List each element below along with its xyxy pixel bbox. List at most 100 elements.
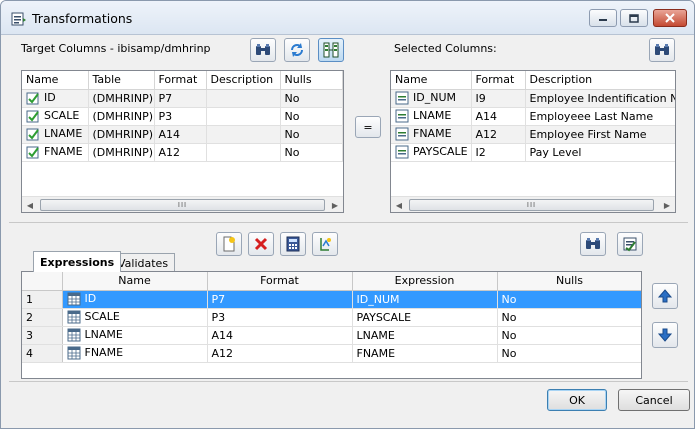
expression-cell-format[interactable]: P7 (207, 290, 353, 309)
expression-cell-expression[interactable]: PAYSCALE (352, 308, 498, 327)
selected-header-format[interactable]: Format (471, 71, 526, 90)
selected-horizontal-scrollbar[interactable]: ◀ III ▶ (391, 196, 675, 212)
scroll-thumb[interactable]: III (409, 199, 654, 211)
find-expression-button[interactable] (580, 232, 606, 256)
new-expression-button[interactable] (216, 232, 242, 256)
target-cell-name[interactable]: SCALE (22, 107, 89, 126)
selected-row[interactable]: ID_NUM I9Employee Indentification Numb (391, 89, 675, 108)
scroll-thumb[interactable]: III (40, 199, 325, 211)
expressions-header-nulls[interactable]: Nulls (497, 272, 641, 291)
calculator-button[interactable] (280, 232, 306, 256)
target-cell-nulls[interactable]: No (280, 143, 343, 162)
selected-row[interactable]: LNAME A14 Employeee Last Name (391, 107, 675, 126)
scroll-right-icon[interactable]: ▶ (327, 197, 343, 212)
expression-row[interactable]: 2 SCALE P3 PAYSCALE No (22, 308, 641, 327)
expression-cell-nulls[interactable]: No (497, 290, 641, 309)
expression-cell-expression[interactable]: LNAME (352, 326, 498, 345)
target-cell-table[interactable]: (DMHRINP) (88, 107, 155, 126)
target-row[interactable]: FNAME (DMHRINP) A12 No (22, 143, 343, 162)
function-button[interactable] (312, 232, 338, 256)
target-cell-nulls[interactable]: No (280, 107, 343, 126)
selected-cell-format[interactable]: I9 (471, 89, 526, 108)
target-header-name[interactable]: Name (22, 71, 89, 90)
refresh-button[interactable] (284, 38, 310, 62)
target-columns-grid[interactable]: Name Table Format Description Nulls ID (D… (21, 70, 344, 213)
expression-cell-name[interactable]: SCALE (62, 308, 208, 327)
target-cell-description[interactable] (206, 125, 281, 144)
expression-row-number[interactable]: 1 (22, 290, 63, 309)
expressions-header-name[interactable]: Name (62, 272, 208, 291)
selected-cell-description[interactable]: Employee First Name (525, 125, 675, 144)
target-cell-table[interactable]: (DMHRINP) (88, 89, 155, 108)
target-row[interactable]: SCALE (DMHRINP) P3 No (22, 107, 343, 126)
target-cell-nulls[interactable]: No (280, 89, 343, 108)
selected-cell-name[interactable]: LNAME (391, 107, 472, 126)
target-cell-description[interactable] (206, 89, 281, 108)
expression-row-number[interactable]: 3 (22, 326, 63, 345)
selected-columns-grid[interactable]: Name Format Description ID_NUM I9 Employee… (390, 70, 676, 213)
selected-cell-format[interactable]: A12 (471, 125, 526, 144)
move-up-button[interactable] (652, 283, 678, 309)
target-cell-table[interactable]: (DMHRINP) (88, 125, 155, 144)
cancel-button[interactable]: Cancel (618, 389, 690, 411)
selected-cell-name[interactable]: FNAME (391, 125, 472, 144)
expression-row[interactable]: 1 ID P7 ID_NUM No (22, 290, 641, 309)
expression-cell-expression[interactable]: ID_NUM (352, 290, 498, 309)
scroll-left-icon[interactable]: ◀ (22, 197, 38, 212)
expression-cell-name[interactable]: LNAME (62, 326, 208, 345)
maximize-button[interactable] (620, 9, 648, 27)
expression-cell-format[interactable]: A14 (207, 326, 353, 345)
target-cell-nulls[interactable]: No (280, 125, 343, 144)
selected-header-name[interactable]: Name (391, 71, 472, 90)
target-cell-description[interactable] (206, 143, 281, 162)
target-cell-name[interactable]: LNAME (22, 125, 89, 144)
close-button[interactable] (653, 9, 687, 27)
selected-cell-format[interactable]: A14 (471, 107, 526, 126)
map-columns-button[interactable] (318, 38, 344, 62)
validate-button[interactable] (617, 232, 643, 256)
selected-cell-format[interactable]: I2 (471, 143, 526, 162)
expression-cell-expression[interactable]: FNAME (352, 344, 498, 363)
delete-expression-button[interactable] (248, 232, 274, 256)
selected-cell-description[interactable]: Employee Indentification Numb (525, 89, 675, 108)
expression-cell-format[interactable]: A12 (207, 344, 353, 363)
expression-cell-nulls[interactable]: No (497, 326, 641, 345)
expression-row[interactable]: 4 FNAME A12 FNAME No (22, 344, 641, 363)
scroll-left-icon[interactable]: ◀ (391, 197, 407, 212)
target-cell-description[interactable] (206, 107, 281, 126)
target-row[interactable]: LNAME (DMHRINP) A14 No (22, 125, 343, 144)
selected-cell-name[interactable]: PAYSCALE (391, 143, 472, 162)
scroll-right-icon[interactable]: ▶ (659, 197, 675, 212)
selected-row[interactable]: PAYSCALE I2 Pay Level (391, 143, 675, 162)
expression-cell-name[interactable]: FNAME (62, 344, 208, 363)
find-target-button[interactable] (250, 38, 276, 62)
expressions-header-expression[interactable]: Expression (352, 272, 498, 291)
selected-cell-name[interactable]: ID_NUM (391, 89, 472, 108)
find-selected-button[interactable] (649, 38, 675, 62)
selected-row[interactable]: FNAME A12 Employee First Name (391, 125, 675, 144)
target-cell-format[interactable]: P3 (154, 107, 207, 126)
target-cell-name[interactable]: FNAME (22, 143, 89, 162)
target-row[interactable]: ID (DMHRINP) P7 No (22, 89, 343, 108)
expression-row[interactable]: 3 LNAME A14 LNAME No (22, 326, 641, 345)
selected-cell-description[interactable]: Pay Level (525, 143, 675, 162)
target-cell-format[interactable]: P7 (154, 89, 207, 108)
tab-expressions[interactable]: Expressions (33, 251, 122, 272)
expression-cell-nulls[interactable]: No (497, 344, 641, 363)
expression-cell-name[interactable]: ID (62, 290, 208, 309)
target-cell-format[interactable]: A14 (154, 125, 207, 144)
target-header-table[interactable]: Table (88, 71, 155, 90)
selected-header-description[interactable]: Description (525, 71, 675, 90)
expression-row-number[interactable]: 2 (22, 308, 63, 327)
move-down-button[interactable] (652, 322, 678, 348)
target-cell-table[interactable]: (DMHRINP) (88, 143, 155, 162)
target-header-description[interactable]: Description (206, 71, 281, 90)
equals-button[interactable]: = (355, 116, 381, 138)
target-cell-format[interactable]: A12 (154, 143, 207, 162)
expression-cell-nulls[interactable]: No (497, 308, 641, 327)
target-header-format[interactable]: Format (154, 71, 207, 90)
ok-button[interactable]: OK (547, 389, 607, 411)
target-horizontal-scrollbar[interactable]: ◀ III ▶ (22, 196, 343, 212)
target-header-nulls[interactable]: Nulls (280, 71, 343, 90)
expressions-grid[interactable]: Name Format Expression Nulls 1 ID P7 ID_NUM… (21, 271, 642, 379)
